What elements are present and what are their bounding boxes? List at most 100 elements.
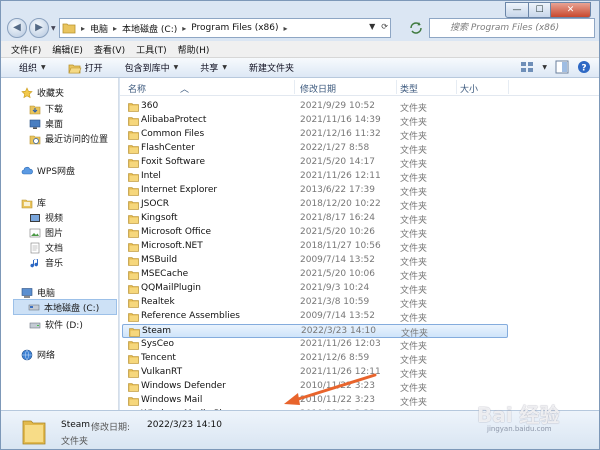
computer-icon <box>21 287 33 298</box>
caret-down-icon: ▼ <box>173 64 179 71</box>
table-row[interactable]: Microsoft Office 2021/5/20 10:26 文件夹 <box>120 226 599 240</box>
maximize-button[interactable]: ☐ <box>529 2 551 18</box>
table-row[interactable]: AlibabaProtect 2021/11/16 14:39 文件夹 <box>120 114 599 128</box>
nav-favorites[interactable]: 收藏夹 <box>21 86 64 99</box>
table-row[interactable]: Common Files 2021/12/16 11:32 文件夹 <box>120 128 599 142</box>
close-button[interactable]: ✕ <box>551 2 591 18</box>
picture-icon <box>29 228 41 237</box>
organize-button[interactable]: 组织 ▼ <box>19 61 46 74</box>
explorer-window: — ☐ ✕ ◀ ▶ ▼ ▸ 电脑 ▸ 本地磁盘 (C:) ▸ Program F… <box>0 0 600 450</box>
column-date[interactable]: 修改日期 <box>300 82 336 95</box>
table-row[interactable]: Internet Explorer 2013/6/22 17:39 文件夹 <box>120 184 599 198</box>
nav-pictures[interactable]: 图片 <box>29 226 63 239</box>
menu-file[interactable]: 文件(F) <box>11 43 41 56</box>
menu-tools[interactable]: 工具(T) <box>136 43 167 56</box>
table-row[interactable]: Tencent 2021/12/6 8:59 文件夹 <box>120 352 599 366</box>
file-type: 文件夹 <box>400 146 428 156</box>
file-type: 文件夹 <box>400 174 428 184</box>
column-type[interactable]: 类型 <box>400 82 418 95</box>
watermark-logo: Bai 经验 <box>477 403 560 427</box>
nav-libraries[interactable]: 库 <box>21 196 46 209</box>
star-icon <box>21 86 33 98</box>
table-row[interactable]: Kingsoft 2021/8/17 16:24 文件夹 <box>120 212 599 226</box>
nav-computer[interactable]: 电脑 <box>21 286 55 299</box>
cloud-icon <box>21 166 33 174</box>
table-row[interactable]: FlashCenter 2022/1/27 8:58 文件夹 <box>120 142 599 156</box>
table-row[interactable]: Steam 2022/3/23 14:10 文件夹 <box>122 324 508 339</box>
table-row[interactable]: 360 2021/9/29 10:52 文件夹 <box>120 100 599 114</box>
menu-edit[interactable]: 编辑(E) <box>52 43 83 56</box>
table-row[interactable]: JSOCR 2018/12/20 10:22 文件夹 <box>120 198 599 212</box>
file-type: 文件夹 <box>400 202 428 212</box>
share-button[interactable]: 共享 ▼ <box>200 61 227 74</box>
nav-software-disk-d[interactable]: 软件 (D:) <box>29 318 83 331</box>
open-button[interactable]: 打开 <box>68 61 103 74</box>
file-name: SysCeo <box>141 339 175 349</box>
table-row[interactable]: Reference Assemblies 2009/7/14 13:52 文件夹 <box>120 310 599 324</box>
back-button[interactable]: ◀ <box>7 18 27 38</box>
file-type: 文件夹 <box>400 104 428 114</box>
file-type: 文件夹 <box>400 286 428 296</box>
breadcrumb-local-disk[interactable]: 本地磁盘 (C:) <box>122 22 177 35</box>
file-date: 2021/5/20 10:26 <box>300 227 375 237</box>
table-row[interactable]: Intel 2021/11/26 12:11 文件夹 <box>120 170 599 184</box>
file-date: 2013/6/22 17:39 <box>300 185 375 195</box>
refresh-arrows-icon[interactable] <box>407 19 425 37</box>
file-date: 2021/12/6 8:59 <box>300 353 370 363</box>
breadcrumb-computer[interactable]: 电脑 <box>90 22 108 35</box>
nav-documents[interactable]: 文档 <box>29 241 63 254</box>
table-row[interactable]: QQMailPlugin 2021/9/3 10:24 文件夹 <box>120 282 599 296</box>
file-name: Windows Defender <box>141 381 226 391</box>
column-name[interactable]: 名称 <box>128 82 146 95</box>
view-options-icon[interactable] <box>520 60 534 74</box>
file-type: 文件夹 <box>400 244 428 254</box>
view-dropdown-icon[interactable]: ▼ <box>542 64 547 71</box>
file-type: 文件夹 <box>400 258 428 268</box>
caret-down-icon: ▼ <box>41 64 46 71</box>
table-row[interactable]: SysCeo 2021/11/26 12:03 文件夹 <box>120 338 599 352</box>
table-row[interactable]: Realtek 2021/3/8 10:59 文件夹 <box>120 296 599 310</box>
file-date: 2022/3/23 14:10 <box>301 326 376 336</box>
file-type: 文件夹 <box>400 216 428 226</box>
nav-wps-drive[interactable]: WPS网盘 <box>21 164 75 177</box>
breadcrumb-program-files[interactable]: Program Files (x86) <box>191 23 278 33</box>
include-in-library-button[interactable]: 包含到库中 ▼ <box>125 61 179 74</box>
file-name: Windows Mail <box>141 395 203 405</box>
column-size[interactable]: 大小 <box>460 82 478 95</box>
file-name: Steam <box>142 326 172 336</box>
refresh-icon[interactable]: ⟳ <box>381 22 388 31</box>
address-dropdown-icon[interactable]: ▼ <box>369 22 375 31</box>
table-row[interactable]: MSECache 2021/5/20 10:06 文件夹 <box>120 268 599 282</box>
drive-icon <box>28 304 40 311</box>
history-dropdown-icon[interactable]: ▼ <box>51 25 56 32</box>
nav-local-disk-c[interactable]: 本地磁盘 (C:) <box>13 299 117 315</box>
file-type: 文件夹 <box>400 160 428 170</box>
nav-music[interactable]: 音乐 <box>29 256 63 269</box>
menu-view[interactable]: 查看(V) <box>94 43 125 56</box>
minimize-button[interactable]: — <box>505 2 529 18</box>
file-type: 文件夹 <box>400 356 428 366</box>
file-date: 2009/7/14 13:52 <box>300 255 375 265</box>
table-row[interactable]: Foxit Software 2021/5/20 14:17 文件夹 <box>120 156 599 170</box>
download-icon <box>29 105 41 114</box>
file-name: QQMailPlugin <box>141 283 201 293</box>
table-row[interactable]: Microsoft.NET 2018/11/27 10:56 文件夹 <box>120 240 599 254</box>
address-bar[interactable]: ▸ 电脑 ▸ 本地磁盘 (C:) ▸ Program Files (x86) ▸… <box>59 18 391 38</box>
nav-downloads[interactable]: 下载 <box>29 102 63 115</box>
search-input[interactable]: 搜索 Program Files (x86) <box>429 18 595 38</box>
file-date: 2021/9/29 10:52 <box>300 101 375 111</box>
nav-network[interactable]: 网络 <box>21 348 55 361</box>
nav-videos[interactable]: 视频 <box>29 211 63 224</box>
forward-button[interactable]: ▶ <box>29 18 49 38</box>
file-date: 2021/11/16 14:39 <box>300 115 381 125</box>
nav-recent-places[interactable]: 最近访问的位置 <box>29 132 108 145</box>
menu-help[interactable]: 帮助(H) <box>178 43 210 56</box>
help-icon[interactable]: ? <box>577 60 591 74</box>
open-folder-icon <box>68 64 82 73</box>
table-row[interactable]: MSBuild 2009/7/14 13:52 文件夹 <box>120 254 599 268</box>
drive-icon <box>29 322 41 328</box>
nav-desktop[interactable]: 桌面 <box>29 117 63 130</box>
file-name: Tencent <box>141 353 176 363</box>
new-folder-button[interactable]: 新建文件夹 <box>249 61 294 74</box>
preview-pane-icon[interactable] <box>555 60 569 74</box>
